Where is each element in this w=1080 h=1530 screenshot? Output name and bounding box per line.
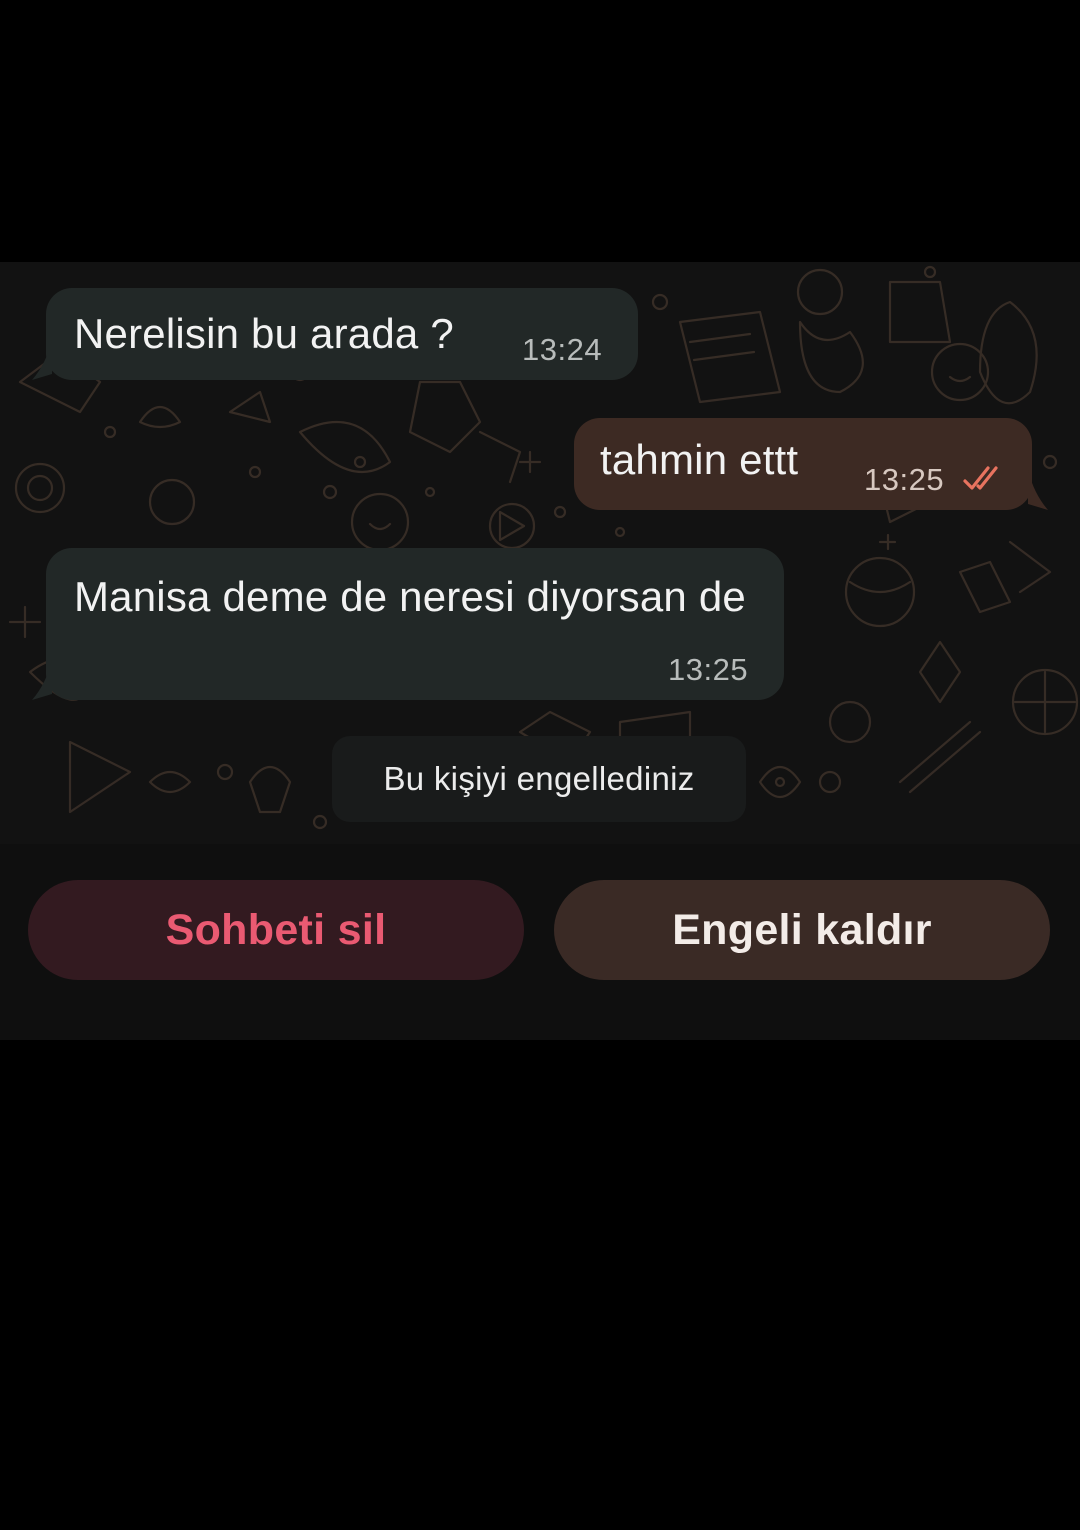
delete-chat-button[interactable]: Sohbeti sil <box>28 880 524 980</box>
chat-area[interactable]: Nerelisin bu arada ? 13:24 tahmin ettt 1… <box>0 262 1080 844</box>
bubble-tail-icon <box>32 340 52 380</box>
unblock-button[interactable]: Engeli kaldır <box>554 880 1050 980</box>
bubble-tail-icon <box>1028 470 1048 510</box>
bubble-tail-icon <box>32 660 52 700</box>
blocked-actions-bar: Sohbeti sil Engeli kaldır <box>0 844 1080 1040</box>
blocked-notice: Bu kişiyi engellediniz <box>332 736 746 822</box>
message-time: 13:25 <box>668 652 749 687</box>
incoming-message[interactable]: Nerelisin bu arada ? 13:24 <box>32 288 638 380</box>
message-time: 13:25 <box>864 462 945 497</box>
message-text: Manisa deme de neresi diyorsan de <box>74 573 746 620</box>
outgoing-message[interactable]: tahmin ettt 13:25 <box>574 418 1048 510</box>
double-check-icon <box>963 466 998 490</box>
message-text: tahmin ettt <box>600 436 799 483</box>
message-text: Nerelisin bu arada ? <box>74 310 454 357</box>
chat-screen: Nerelisin bu arada ? 13:24 tahmin ettt 1… <box>0 262 1080 1040</box>
message-time: 13:24 <box>522 332 603 367</box>
incoming-message[interactable]: Manisa deme de neresi diyorsan de 13:25 <box>32 548 784 700</box>
